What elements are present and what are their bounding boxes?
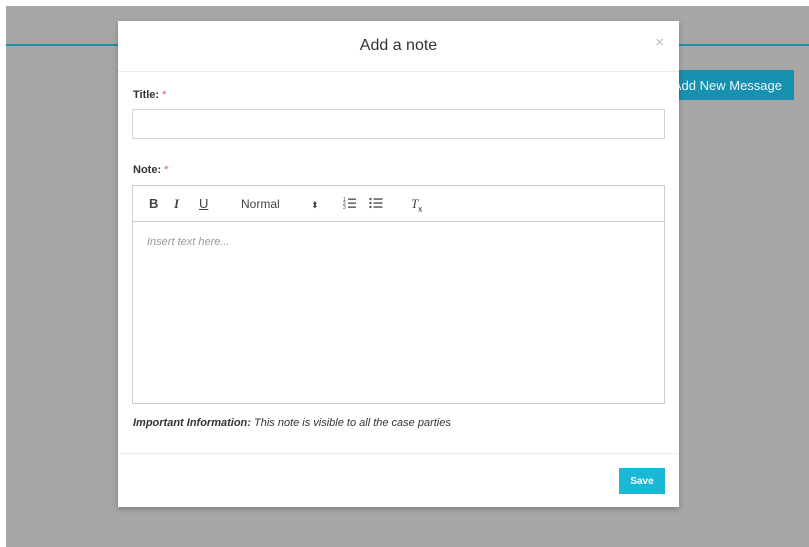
note-placeholder: Insert text here...: [147, 236, 230, 248]
add-new-message-button[interactable]: Add New Message: [668, 70, 794, 100]
underline-button[interactable]: U: [199, 196, 208, 212]
modal-title: Add a note: [359, 37, 438, 54]
info-label: Important Information:: [133, 417, 251, 429]
rich-text-editor: B I U Normal ⬍ 1 2 3 Tx Insert text here…: [132, 185, 665, 404]
save-button[interactable]: Save: [619, 468, 665, 494]
modal-footer: [118, 453, 679, 507]
add-note-modal: Add a note × Title: * Note: * B I U Norm…: [118, 21, 679, 507]
title-label-text: Title:: [133, 89, 160, 101]
required-mark: *: [162, 89, 167, 101]
modal-header: Add a note ×: [118, 21, 679, 72]
svg-text:3: 3: [343, 205, 346, 210]
clear-formatting-button[interactable]: Tx: [411, 196, 422, 218]
required-mark: *: [164, 164, 169, 176]
clear-formatting-x: x: [418, 204, 423, 214]
bold-button[interactable]: B: [149, 196, 158, 212]
title-input[interactable]: [132, 109, 665, 139]
close-icon[interactable]: ×: [655, 34, 664, 52]
header-divider-left: [6, 44, 118, 46]
bullet-list-icon[interactable]: [369, 196, 383, 210]
ordered-list-icon[interactable]: 1 2 3: [343, 196, 357, 210]
header-divider-right: [679, 44, 809, 46]
note-label: Note: *: [133, 164, 168, 176]
note-label-text: Note:: [133, 164, 162, 176]
font-size-select[interactable]: Normal: [241, 196, 280, 212]
chevron-updown-icon[interactable]: ⬍: [311, 197, 319, 213]
editor-toolbar: B I U Normal ⬍ 1 2 3 Tx: [133, 186, 664, 222]
note-text-area[interactable]: Insert text here...: [133, 222, 664, 403]
important-information: Important Information: This note is visi…: [133, 417, 451, 429]
italic-button[interactable]: I: [174, 196, 179, 212]
info-text: This note is visible to all the case par…: [250, 417, 451, 429]
title-label: Title: *: [133, 89, 166, 101]
